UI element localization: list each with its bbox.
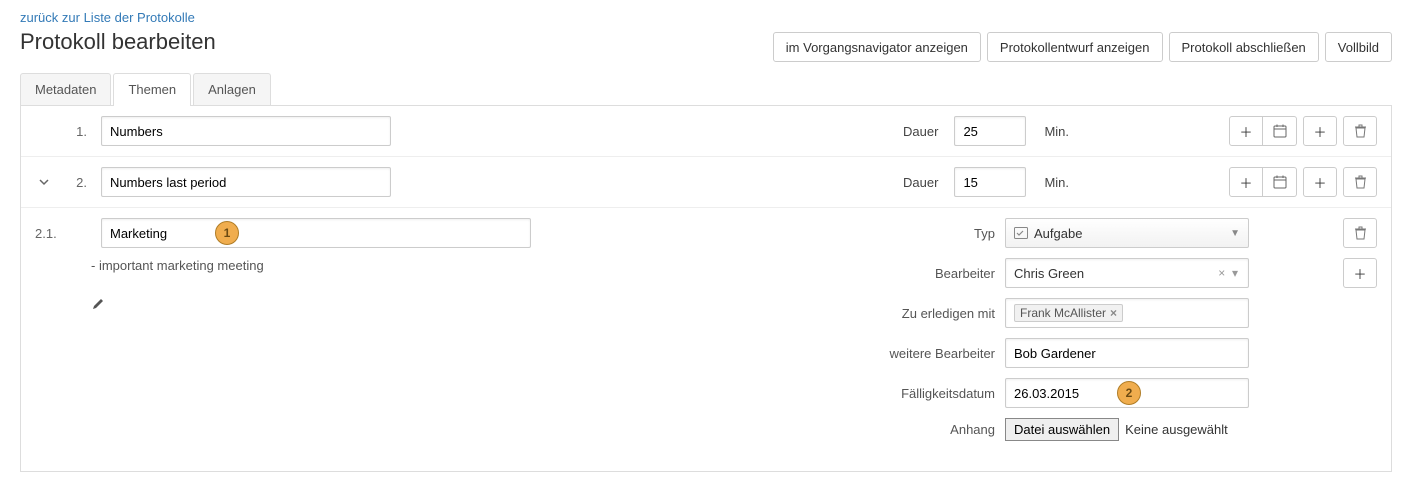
assignee-value: Chris Green — [1014, 266, 1084, 281]
add-date-button[interactable] — [1263, 116, 1297, 146]
trash-icon — [1354, 175, 1367, 189]
close-protocol-button[interactable]: Protokoll abschließen — [1169, 32, 1319, 62]
delete-button[interactable] — [1343, 167, 1377, 197]
page-title: Protokoll bearbeiten — [20, 29, 216, 55]
add-button[interactable]: ＋ — [1229, 116, 1263, 146]
add-subtopic-button[interactable]: ＋ — [1303, 116, 1337, 146]
due-label: Fälligkeitsdatum — [855, 386, 995, 401]
expand-toggle-2[interactable] — [35, 177, 53, 187]
tab-metadata[interactable]: Metadaten — [20, 73, 111, 105]
remove-tag-icon[interactable]: × — [1110, 306, 1117, 320]
attach-label: Anhang — [855, 422, 995, 437]
fullscreen-button[interactable]: Vollbild — [1325, 32, 1392, 62]
topic-number: 1. — [63, 124, 91, 139]
add-button[interactable]: ＋ — [1229, 167, 1263, 197]
subtopic-note: - important marketing meeting — [91, 258, 815, 273]
add-subtopic-button[interactable]: ＋ — [1303, 167, 1337, 197]
duration-suffix: Min. — [1044, 175, 1069, 190]
plus-icon: ＋ — [1239, 122, 1252, 141]
with-tag: Frank McAllister × — [1014, 304, 1123, 322]
delete-button[interactable] — [1343, 116, 1377, 146]
tab-topics[interactable]: Themen — [113, 73, 191, 105]
chevron-down-icon — [39, 177, 49, 187]
with-value: Frank McAllister — [1020, 306, 1106, 320]
with-select[interactable]: Frank McAllister × — [1005, 298, 1249, 328]
calendar-icon — [1273, 124, 1287, 138]
topic-title-input[interactable] — [101, 167, 391, 197]
more-input[interactable] — [1005, 338, 1249, 368]
chevron-down-icon: ▼ — [1230, 228, 1240, 239]
delete-subtopic-button[interactable] — [1343, 218, 1377, 248]
duration-input[interactable] — [954, 116, 1026, 146]
trash-icon — [1354, 124, 1367, 138]
add-sibling-button[interactable]: ＋ — [1343, 258, 1377, 288]
topic-number: 2. — [63, 175, 91, 190]
show-draft-button[interactable]: Protokollentwurf anzeigen — [987, 32, 1163, 62]
file-choose-button[interactable]: Datei auswählen — [1005, 418, 1119, 441]
plus-icon: ＋ — [1353, 264, 1366, 283]
duration-suffix: Min. — [1044, 124, 1069, 139]
topic-title-input[interactable] — [101, 116, 391, 146]
plus-icon: ＋ — [1239, 173, 1252, 192]
type-label: Typ — [855, 226, 995, 241]
annotation-badge-1: 1 — [215, 221, 239, 245]
with-label: Zu erledigen mit — [855, 306, 995, 321]
clear-icon[interactable]: × ▾ — [1218, 266, 1240, 280]
duration-label: Dauer — [903, 175, 938, 190]
subtopic-number: 2.1. — [35, 226, 85, 241]
more-label: weitere Bearbeiter — [855, 346, 995, 361]
add-date-button[interactable] — [1263, 167, 1297, 197]
pencil-icon — [91, 297, 105, 311]
type-value: Aufgabe — [1034, 226, 1082, 241]
subtopic-title-input[interactable] — [101, 218, 531, 248]
plus-icon: ＋ — [1313, 122, 1326, 141]
edit-note-button[interactable] — [91, 297, 815, 311]
file-status: Keine ausgewählt — [1125, 422, 1228, 437]
back-link[interactable]: zurück zur Liste der Protokolle — [20, 10, 195, 25]
assignee-select[interactable]: Chris Green × ▾ — [1005, 258, 1249, 288]
calendar-icon — [1273, 175, 1287, 189]
tab-attachments[interactable]: Anlagen — [193, 73, 271, 105]
task-icon — [1014, 227, 1028, 239]
trash-icon — [1354, 226, 1367, 240]
plus-icon: ＋ — [1313, 173, 1326, 192]
duration-input[interactable] — [954, 167, 1026, 197]
show-navigator-button[interactable]: im Vorgangsnavigator anzeigen — [773, 32, 981, 62]
assignee-label: Bearbeiter — [855, 266, 995, 281]
duration-label: Dauer — [903, 124, 938, 139]
annotation-badge-2: 2 — [1117, 381, 1141, 405]
type-select[interactable]: Aufgabe ▼ — [1005, 218, 1249, 248]
